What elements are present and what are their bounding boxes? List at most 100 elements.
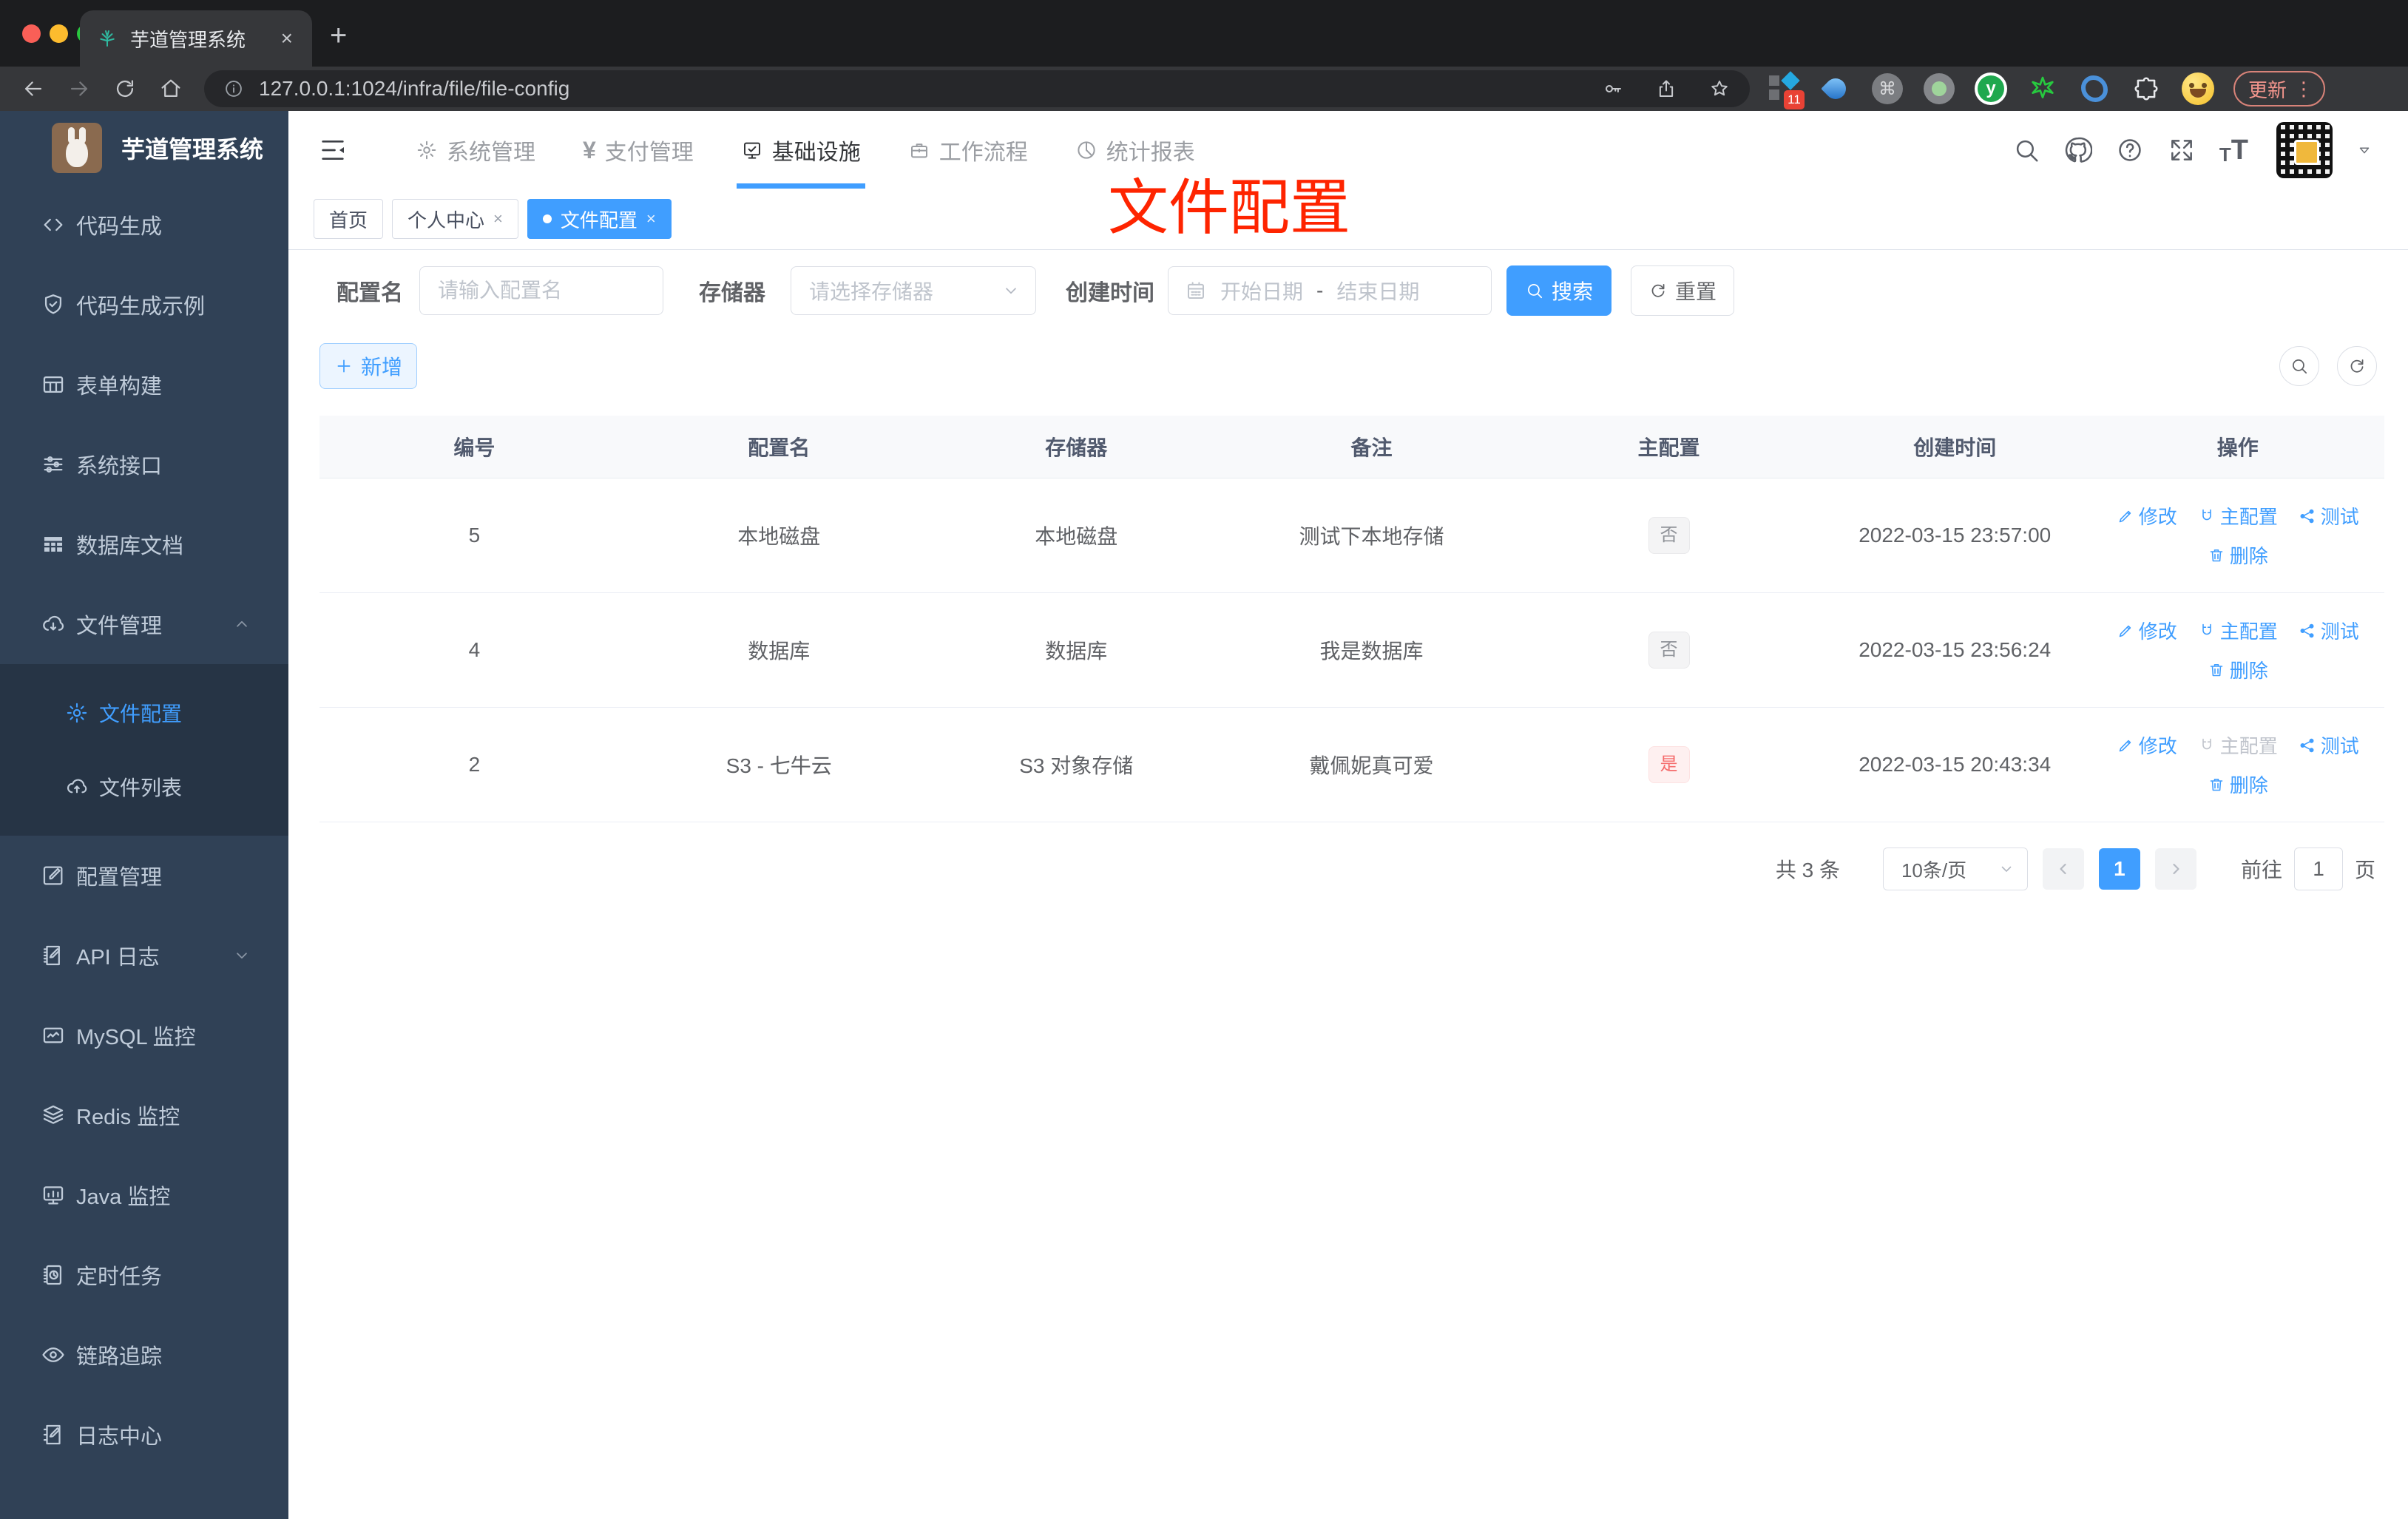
sidebar-item-label: 系统接口: [76, 455, 163, 478]
sidebar-item-file-config[interactable]: 文件配置: [0, 676, 288, 750]
new-tab-button[interactable]: +: [330, 21, 347, 50]
delete-link[interactable]: 删除: [2208, 541, 2268, 569]
sidebar-item-api-log[interactable]: API 日志: [0, 916, 288, 995]
delete-link[interactable]: 删除: [2208, 656, 2268, 683]
topnav-system[interactable]: 系统管理: [392, 111, 559, 189]
address-bar[interactable]: 127.0.0.1:1024/infra/file/file-config: [204, 70, 1750, 107]
range-separator: -: [1316, 279, 1324, 302]
browser-tab[interactable]: 芋道管理系统 ×: [80, 10, 312, 67]
sidebar-item-code-demo[interactable]: 代码生成示例: [0, 265, 288, 345]
end-date-placeholder[interactable]: 结束日期: [1336, 276, 1419, 305]
avatar-caret-icon[interactable]: [2356, 142, 2373, 158]
extension-diamond: [1781, 71, 1800, 90]
fullscreen-icon[interactable]: [2168, 136, 2196, 164]
extension-command-icon[interactable]: ⌘: [1871, 72, 1904, 105]
magnet-icon: [2202, 623, 2211, 635]
url-text[interactable]: 127.0.0.1:1024/infra/file/file-config: [259, 77, 1571, 101]
browser-menu-icon[interactable]: ⋮: [2294, 78, 2313, 101]
next-page-button[interactable]: [2154, 848, 2196, 890]
config-name-input[interactable]: [438, 279, 645, 302]
sidebar-item-cron-job[interactable]: 定时任务: [0, 1235, 288, 1315]
github-icon[interactable]: [2064, 136, 2092, 164]
back-icon[interactable]: [21, 76, 46, 101]
delete-link[interactable]: 删除: [2208, 771, 2268, 798]
storage-select[interactable]: 请选择存储器: [791, 266, 1036, 315]
date-range-picker[interactable]: 开始日期 - 结束日期: [1168, 266, 1492, 315]
topnav-payment[interactable]: ¥ 支付管理: [559, 111, 717, 189]
page-size-select[interactable]: 10条/页: [1882, 848, 2028, 890]
font-size-icon[interactable]: TT: [2219, 136, 2248, 164]
test-link[interactable]: 测试: [2299, 502, 2359, 530]
extension-balloon-icon[interactable]: [1819, 72, 1852, 105]
share-icon[interactable]: [1655, 78, 1677, 100]
master-link[interactable]: 主配置: [2198, 502, 2278, 530]
view-tab-file-config[interactable]: 文件配置 ×: [527, 199, 672, 239]
extension-emoji-icon[interactable]: [2182, 72, 2214, 105]
sidebar-item-mysql-monitor[interactable]: MySQL 监控: [0, 995, 288, 1075]
traffic-light-close[interactable]: [22, 24, 41, 43]
prev-page-button[interactable]: [2042, 848, 2084, 890]
tab-close-icon[interactable]: ×: [278, 27, 296, 50]
cell-remark: 戴佩妮真可爱: [1309, 754, 1434, 777]
key-icon[interactable]: [1602, 78, 1624, 100]
goto-page-input[interactable]: [2293, 848, 2343, 890]
edit-link[interactable]: 修改: [2117, 617, 2177, 644]
extension-star-icon[interactable]: [2026, 72, 2059, 105]
sidebar-item-form-builder[interactable]: 表单构建: [0, 345, 288, 424]
view-tab-profile[interactable]: 个人中心 ×: [392, 199, 518, 239]
master-link[interactable]: 主配置: [2198, 617, 2278, 644]
eye-icon: [42, 1347, 64, 1362]
sidebar-item-log-center[interactable]: 日志中心: [0, 1395, 288, 1475]
sidebar-item-java-monitor[interactable]: Java 监控: [0, 1155, 288, 1235]
bookmark-star-icon[interactable]: [1708, 78, 1731, 100]
sidebar-item-code-generation[interactable]: 代码生成: [0, 185, 288, 265]
test-link[interactable]: 测试: [2299, 617, 2359, 644]
search-icon[interactable]: [2012, 136, 2040, 164]
sidebar-item-system-api[interactable]: 系统接口: [0, 424, 288, 504]
edit-link[interactable]: 修改: [2117, 502, 2177, 530]
reset-button[interactable]: 重置: [1631, 265, 1734, 316]
topnav-workflow[interactable]: 工作流程: [885, 111, 1052, 189]
sidebar-item-db-doc[interactable]: 数据库文档: [0, 504, 288, 584]
tab-close-icon[interactable]: ×: [646, 209, 656, 229]
refresh-icon: [1651, 284, 1665, 297]
browser-update-button[interactable]: 更新 ⋮: [2233, 71, 2326, 106]
site-info-icon[interactable]: [223, 78, 244, 99]
sidebar-item-trace[interactable]: 链路追踪: [0, 1315, 288, 1395]
extension-puzzle-icon[interactable]: [2130, 72, 2162, 105]
tab-close-icon[interactable]: ×: [493, 209, 503, 229]
traffic-light-minimize[interactable]: [50, 24, 68, 43]
cell-actions: 修改 主配置 测试 删除: [2091, 617, 2384, 683]
table-row: 2 S3 - 七牛云 S3 对象存储 戴佩妮真可爱 是 2022-03-15 2…: [319, 708, 2384, 822]
edit-icon: [2119, 510, 2131, 522]
magnet-icon: [2202, 509, 2211, 520]
home-icon[interactable]: [158, 76, 183, 101]
sidebar-fold-icon[interactable]: [318, 135, 348, 165]
extension-y-icon[interactable]: y: [1975, 72, 2007, 105]
start-date-placeholder[interactable]: 开始日期: [1220, 276, 1303, 305]
view-tab-home[interactable]: 首页: [314, 199, 384, 239]
edit-icon: [2119, 740, 2131, 751]
page-number-active[interactable]: 1: [2098, 848, 2140, 890]
goto-label: 前往: [2240, 859, 2282, 882]
forward-icon[interactable]: [67, 76, 92, 101]
avatar[interactable]: [2276, 121, 2333, 178]
test-link[interactable]: 测试: [2299, 731, 2359, 759]
reload-icon[interactable]: [112, 76, 138, 101]
add-button[interactable]: 新增: [319, 343, 417, 389]
sidebar-item-file-list[interactable]: 文件列表: [0, 750, 288, 824]
topnav-infrastructure[interactable]: 基础设施: [717, 111, 885, 189]
reset-button-label: 重置: [1674, 280, 1717, 303]
sidebar-item-config-management[interactable]: 配置管理: [0, 836, 288, 916]
cell-id: 2: [468, 753, 481, 776]
extension-eye-icon[interactable]: [2078, 72, 2111, 105]
help-icon[interactable]: [2116, 136, 2144, 164]
extension-tabs-icon[interactable]: 11: [1768, 71, 1805, 109]
show-search-button[interactable]: [2279, 346, 2319, 386]
edit-link[interactable]: 修改: [2117, 731, 2177, 759]
extension-dot-icon[interactable]: [1923, 72, 1955, 105]
search-button[interactable]: 搜索: [1506, 265, 1611, 316]
sidebar-item-file-management[interactable]: 文件管理: [0, 584, 288, 664]
refresh-table-button[interactable]: [2337, 346, 2377, 386]
sidebar-item-redis-monitor[interactable]: Redis 监控: [0, 1075, 288, 1155]
